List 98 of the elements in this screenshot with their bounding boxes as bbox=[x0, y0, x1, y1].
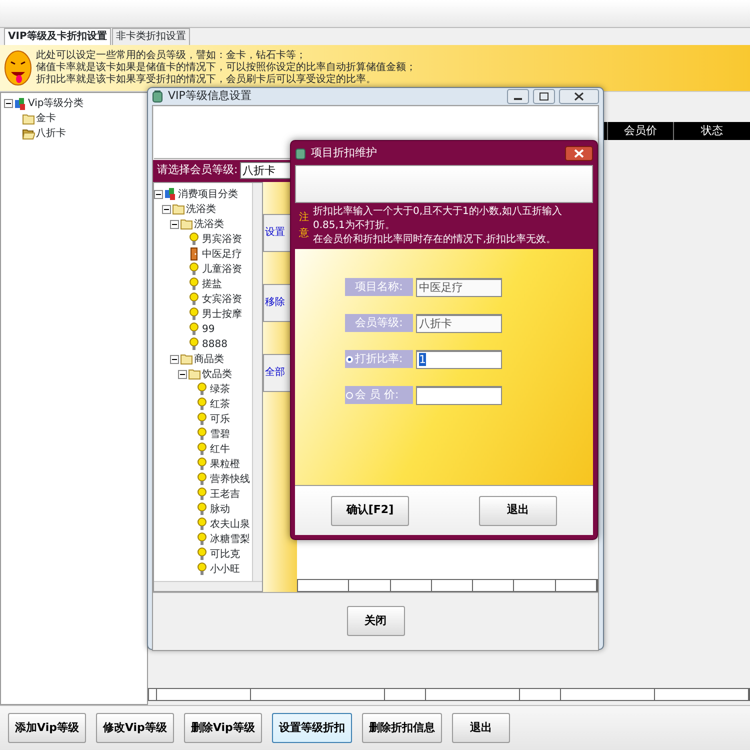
cubes-icon bbox=[164, 187, 177, 201]
tree-item-label[interactable]: 红茶 bbox=[210, 396, 230, 412]
folder-icon bbox=[172, 202, 185, 216]
tree-item-label[interactable]: 饮品类 bbox=[202, 366, 232, 382]
tree-item-label[interactable]: 八折卡 bbox=[36, 126, 66, 141]
input-field[interactable]: 中医足疗 bbox=[416, 278, 502, 296]
tree-item-label[interactable]: 冰糖雪梨 bbox=[210, 532, 250, 546]
tree-item-label[interactable]: Vip等级分类 bbox=[28, 96, 84, 111]
toolbar-button[interactable]: 添加Vip等级 bbox=[8, 713, 86, 743]
window-title: VIP等级信息设置 bbox=[168, 88, 252, 104]
level-label: 请选择会员等级: bbox=[157, 162, 238, 178]
bulb-icon bbox=[196, 487, 209, 501]
tree-item-label[interactable]: 果粒橙 bbox=[210, 456, 240, 472]
close-icon bbox=[565, 146, 593, 160]
banner-text: 折扣比率就是该卡如果享受折扣的情况下，会员刷卡后可以享受设定的比率。 bbox=[36, 74, 377, 86]
collapse-icon bbox=[178, 370, 187, 378]
open-folder-icon bbox=[22, 126, 35, 140]
tree-item-label[interactable]: 女宾浴资 bbox=[202, 292, 242, 306]
bulb-icon bbox=[188, 262, 201, 276]
close-button[interactable]: 关闭 bbox=[346, 606, 404, 636]
bulb-icon bbox=[196, 427, 209, 441]
tree-item-label[interactable]: 农夫山泉 bbox=[210, 516, 250, 532]
folder-icon bbox=[188, 367, 201, 381]
field-label: 项目名称: bbox=[345, 278, 413, 296]
tree-item-label[interactable]: 99 bbox=[202, 322, 215, 336]
window-title: 项目折扣维护 bbox=[311, 144, 378, 161]
toolbar-button[interactable]: 修改Vip等级 bbox=[96, 713, 174, 743]
tree-item-label[interactable]: 小小旺 bbox=[210, 562, 240, 576]
cubes-icon bbox=[14, 96, 27, 110]
tree-item-label[interactable]: 洗浴类 bbox=[186, 202, 216, 216]
bulb-icon bbox=[188, 277, 201, 291]
app-icon bbox=[295, 146, 307, 160]
bulb-icon bbox=[196, 412, 209, 426]
tree-item-label[interactable]: 绿茶 bbox=[210, 382, 230, 396]
vertical-scrollbar[interactable] bbox=[252, 182, 262, 580]
bulb-icon bbox=[188, 307, 201, 321]
banner-text: 储值卡率就是该卡如果是储值卡的情况下，可以按照你设定的比率自动折算储值金额； bbox=[36, 62, 416, 74]
bulb-icon bbox=[188, 232, 201, 246]
bulb-icon bbox=[196, 397, 209, 411]
tab[interactable]: VIP等级及卡折扣设置 bbox=[4, 28, 111, 45]
collapse-icon bbox=[170, 220, 179, 228]
column-header: 会员价 bbox=[607, 122, 673, 140]
bulb-icon bbox=[188, 322, 201, 336]
toolbar-button[interactable]: 设置等级折扣 bbox=[272, 713, 352, 743]
bulb-icon bbox=[196, 472, 209, 486]
note-text: 折扣比率输入一个大于0,且不大于1的小数,如八五折输入0.85,1为不打折。 bbox=[313, 205, 564, 233]
tree-item-label[interactable]: 王老吉 bbox=[210, 486, 240, 502]
toolbar-button[interactable]: 删除折扣信息 bbox=[362, 713, 442, 743]
tree-item-label[interactable]: 脉动 bbox=[210, 502, 230, 516]
bulb-icon bbox=[196, 562, 209, 576]
bulb-icon bbox=[196, 442, 209, 456]
toolbar-button[interactable]: 退出 bbox=[452, 713, 510, 743]
folder-icon bbox=[180, 352, 193, 366]
tree-item-label[interactable]: 金卡 bbox=[36, 111, 56, 126]
bulb-icon bbox=[196, 532, 209, 546]
tree-item-label[interactable]: 商品类 bbox=[194, 352, 224, 366]
field-label: 会员等级: bbox=[345, 314, 413, 332]
input-field[interactable] bbox=[416, 386, 502, 404]
note-text: 在会员价和折扣比率同时存在的情况下,折扣比率无效。 bbox=[313, 233, 558, 247]
bulb-icon bbox=[196, 502, 209, 516]
smiley-icon bbox=[4, 50, 32, 86]
note-mark: 注意 bbox=[299, 210, 309, 241]
bulb-icon bbox=[196, 382, 209, 396]
bulb-icon bbox=[196, 517, 209, 531]
input-field[interactable]: 1 bbox=[416, 350, 502, 368]
tab[interactable]: 非卡类折扣设置 bbox=[112, 28, 190, 45]
banner-text: 此处可以设定一些常用的会员等级，譬如：金卡，钻石卡等； bbox=[36, 50, 307, 62]
collapse-icon bbox=[162, 204, 171, 214]
radio-button[interactable] bbox=[346, 356, 353, 362]
bulb-icon bbox=[196, 547, 209, 561]
horizontal-scrollbar[interactable] bbox=[154, 580, 262, 590]
column-header: 状态 bbox=[673, 122, 750, 140]
tree-item-label[interactable]: 男士按摩 bbox=[202, 306, 242, 322]
tree-item-label[interactable]: 8888 bbox=[202, 336, 228, 352]
collapse-icon bbox=[170, 354, 179, 364]
radio-button[interactable] bbox=[346, 392, 353, 398]
tree-item-label[interactable]: 红牛 bbox=[210, 442, 230, 456]
tree-item-label[interactable]: 营养快线 bbox=[210, 472, 250, 486]
tree-item-label[interactable]: 消费项目分类 bbox=[178, 186, 238, 202]
bulb-icon bbox=[188, 337, 201, 351]
bulb-icon bbox=[196, 457, 209, 471]
tree-item-label[interactable]: 雪碧 bbox=[210, 426, 230, 442]
tree-item-label[interactable]: 儿童浴资 bbox=[202, 262, 242, 276]
collapse-icon bbox=[4, 99, 13, 108]
app-icon bbox=[152, 90, 164, 103]
tree-item-label[interactable]: 可乐 bbox=[210, 412, 230, 426]
input-field[interactable]: 八折卡 bbox=[416, 314, 502, 332]
tree-item-label[interactable]: 可比克 bbox=[210, 546, 240, 562]
folder-icon bbox=[180, 217, 193, 231]
bulb-icon bbox=[188, 292, 201, 306]
tree-item-label[interactable]: 男宾浴资 bbox=[202, 232, 242, 246]
tree-item-label[interactable]: 洗浴类 bbox=[194, 216, 224, 232]
folder-icon bbox=[22, 112, 35, 126]
dialog-button[interactable]: 退出 bbox=[479, 496, 557, 526]
tree-item-label[interactable]: 搓盐 bbox=[202, 276, 222, 292]
tree-item-label[interactable]: 中医足疗 bbox=[202, 246, 242, 262]
toolbar-button[interactable]: 删除Vip等级 bbox=[184, 713, 262, 743]
dialog-button[interactable]: 确认[F2] bbox=[331, 496, 409, 526]
